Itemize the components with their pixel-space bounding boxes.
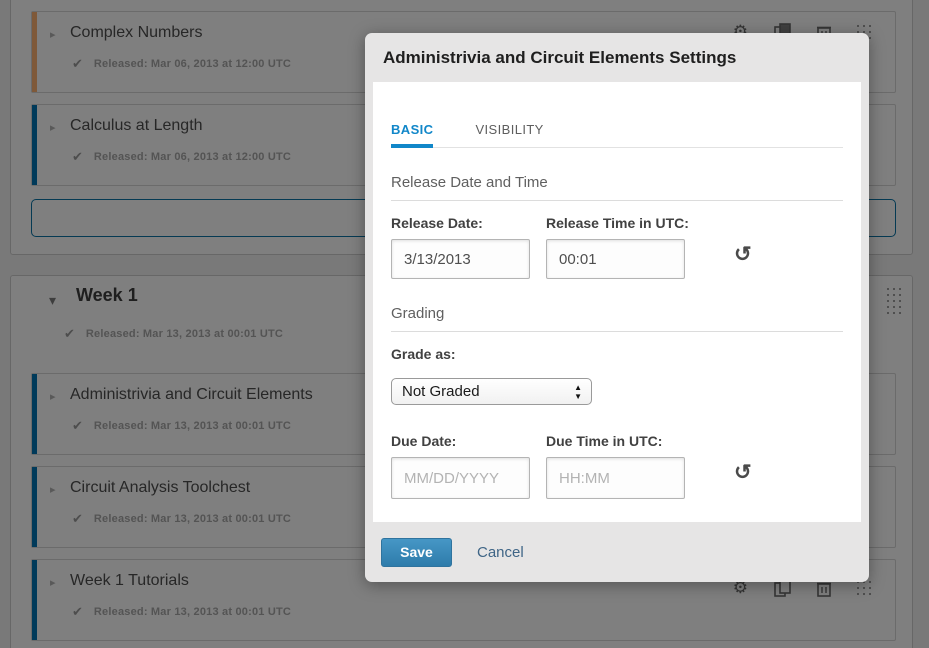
release-time-input[interactable] [546, 239, 685, 279]
grade-as-selected-value: Not Graded [402, 383, 480, 400]
reset-release-icon[interactable]: ↺ [734, 245, 752, 265]
modal-body: BASIC VISIBILITY Release Date and Time R… [373, 82, 861, 522]
due-date-input[interactable] [391, 457, 530, 499]
release-date-input[interactable] [391, 239, 530, 279]
settings-tabs: BASIC VISIBILITY [391, 122, 843, 148]
cancel-link[interactable]: Cancel [477, 544, 524, 561]
grade-as-label: Grade as: [391, 346, 843, 362]
subsection-settings-modal: Administrivia and Circuit Elements Setti… [365, 33, 869, 582]
release-date-label: Release Date: [391, 215, 546, 231]
select-stepper-icon: ▲ ▼ [574, 383, 582, 401]
grading-section-heading: Grading [391, 305, 843, 332]
due-date-label: Due Date: [391, 433, 546, 449]
modal-title: Administrivia and Circuit Elements Setti… [383, 48, 736, 68]
due-time-label: Due Time in UTC: [546, 433, 736, 449]
tab-basic[interactable]: BASIC [391, 122, 433, 148]
modal-header: Administrivia and Circuit Elements Setti… [365, 33, 869, 82]
release-time-label: Release Time in UTC: [546, 215, 736, 231]
due-time-input[interactable] [546, 457, 685, 499]
release-section-heading: Release Date and Time [391, 174, 843, 201]
grade-as-select[interactable]: Not Graded ▲ ▼ [391, 378, 592, 405]
studio-course-outline-page: ▸ Complex Numbers ✔ Released: Mar 06, 20… [0, 0, 929, 648]
save-button[interactable]: Save [381, 538, 452, 567]
modal-footer: Save Cancel [373, 522, 861, 582]
reset-due-icon[interactable]: ↺ [734, 463, 752, 483]
tab-visibility[interactable]: VISIBILITY [475, 122, 543, 147]
